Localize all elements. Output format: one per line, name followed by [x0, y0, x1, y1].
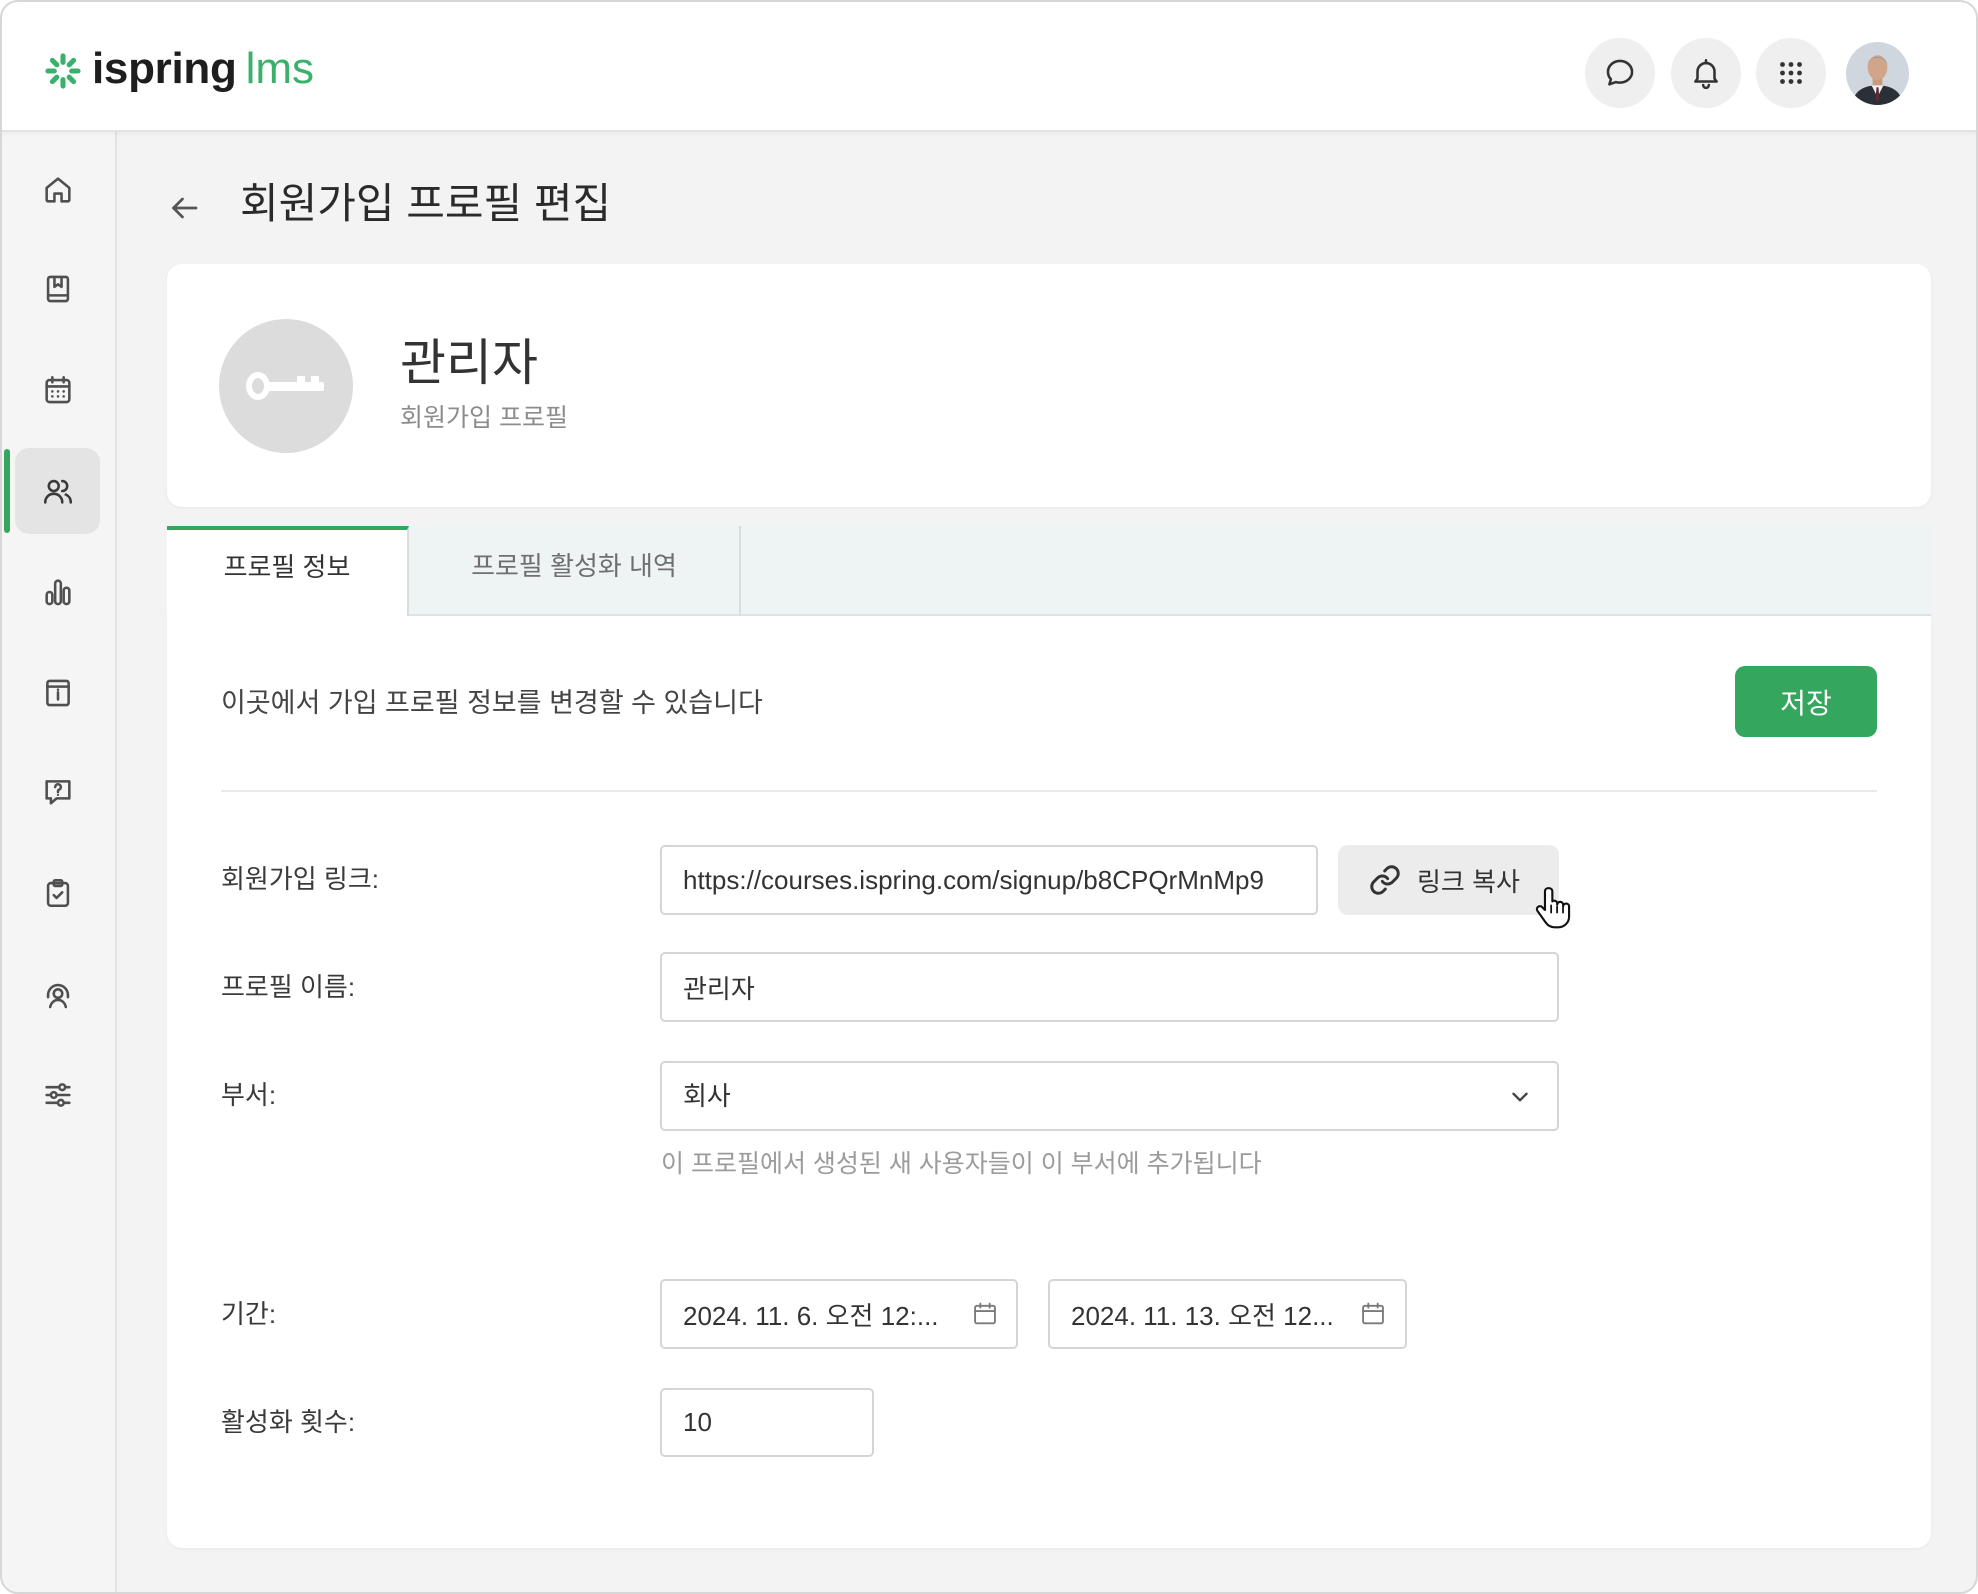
page-title: 회원가입 프로필 편집 [240, 180, 612, 227]
book-icon [46, 275, 69, 303]
profile-name-field[interactable] [660, 952, 1559, 1022]
tab-bar: 프로필 정보 프로필 활성화 내역 [167, 526, 1931, 618]
clipboard-check-icon [46, 878, 69, 908]
activation-count-field[interactable] [660, 1388, 874, 1457]
profile-name-label: 프로필 이름: [221, 972, 356, 1002]
tab-profile-info[interactable]: 프로필 정보 [167, 526, 409, 618]
top-header: ispring lms [0, 0, 1978, 132]
sidebar-item-reports[interactable] [15, 549, 100, 635]
settings-sliders-icon [44, 1083, 71, 1107]
sidebar-item-assignments[interactable] [15, 850, 100, 936]
period-start-picker [660, 1279, 1018, 1349]
logo-text[interactable]: ispring lms [92, 42, 314, 96]
sidebar-item-users[interactable] [4, 448, 100, 534]
sidebar-item-home[interactable] [15, 147, 100, 233]
arrow-left-icon [172, 197, 198, 219]
copy-link-button[interactable]: 링크 복사 [1338, 845, 1559, 915]
tab-activation-history[interactable]: 프로필 활성화 내역 [409, 526, 741, 616]
sidebar-item-questions[interactable] [15, 749, 100, 835]
save-button[interactable]: 저장 [1735, 666, 1877, 737]
support-agent-icon [46, 983, 69, 1009]
period-end-field[interactable] [1048, 1279, 1407, 1349]
profile-name: 관리자 [400, 335, 538, 391]
ispring-logo-icon[interactable] [44, 52, 82, 90]
back-button[interactable] [166, 190, 202, 226]
chat-button[interactable] [1585, 38, 1655, 108]
period-label: 기간: [221, 1299, 277, 1329]
department-label: 부서: [221, 1080, 277, 1110]
bar-chart-icon [44, 579, 71, 606]
period-end-picker [1048, 1279, 1407, 1349]
profile-summary-card: 관리자 회원가입 프로필 [167, 264, 1931, 507]
profile-avatar [219, 319, 353, 453]
link-icon [1370, 865, 1400, 895]
apps-button[interactable] [1756, 38, 1826, 108]
sidebar-item-courses[interactable] [15, 246, 100, 332]
signup-link-field[interactable] [660, 845, 1318, 915]
department-selected-value: 회사 [683, 1081, 731, 1111]
sidebar-item-settings[interactable] [15, 1052, 100, 1138]
signup-link-label: 회원가입 링크: [221, 864, 379, 894]
form-intro-text: 이곳에서 가입 프로필 정보를 변경할 수 있습니다 [221, 688, 763, 718]
chat-icon [1606, 59, 1634, 86]
copy-link-label: 링크 복사 [1417, 866, 1520, 897]
app-window: ispring lms 회원가입 프로필 편집 관리자 회원가입 프로필 프로필… [0, 0, 1978, 1594]
calendar-icon[interactable] [1359, 1300, 1387, 1328]
sidebar-nav [0, 132, 117, 1594]
calendar-icon[interactable] [971, 1300, 999, 1328]
bell-icon [1694, 58, 1718, 90]
notifications-button[interactable] [1671, 38, 1741, 108]
avatar-photo [1846, 42, 1909, 105]
period-start-field[interactable] [660, 1279, 1018, 1349]
question-chat-icon [44, 780, 71, 805]
apps-grid-icon [1780, 62, 1802, 84]
activation-count-label: 활성화 횟수: [221, 1407, 356, 1437]
logo-brand: ispring [92, 44, 237, 93]
department-select[interactable]: 회사 [660, 1061, 1559, 1131]
logo-product: lms [245, 44, 315, 93]
calendar-icon [44, 375, 71, 404]
users-icon [43, 479, 72, 504]
key-icon [246, 372, 324, 400]
sidebar-item-calendar[interactable] [15, 347, 100, 433]
home-icon [44, 177, 71, 203]
info-card-icon [45, 679, 70, 707]
divider [221, 790, 1877, 792]
chevron-down-icon [1512, 1092, 1528, 1102]
profile-form: 이곳에서 가입 프로필 정보를 변경할 수 있습니다 저장 회원가입 링크: 링… [167, 616, 1931, 1548]
department-hint: 이 프로필에서 생성된 새 사용자들이 이 부서에 추가됩니다 [661, 1150, 1262, 1178]
sidebar-item-info[interactable] [15, 650, 100, 736]
profile-type: 회원가입 프로필 [400, 404, 568, 432]
sidebar-item-support[interactable] [15, 952, 100, 1038]
user-avatar[interactable] [1846, 42, 1909, 105]
